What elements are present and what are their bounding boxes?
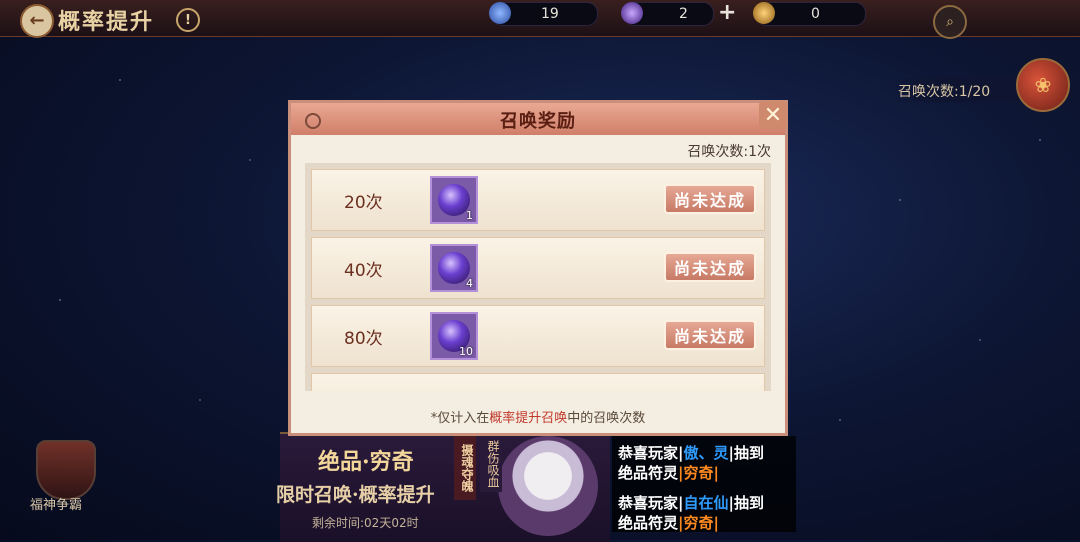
reward-item[interactable]: 4 bbox=[430, 244, 478, 292]
crystal-count: 19 bbox=[541, 6, 559, 22]
player-name: 傲、灵 bbox=[683, 444, 729, 462]
summon-reward-dialog: 召唤奖励 ✕ 召唤次数:1次 20次 1 尚未达成 40次 4 尚未达成 80次… bbox=[288, 100, 788, 436]
footnote-text: *仅计入在 bbox=[430, 411, 490, 426]
search-icon[interactable]: ⌕ bbox=[933, 5, 967, 39]
top-bar: ← 概率提升 ! 19 2 + 0 ⌕ bbox=[0, 0, 1080, 39]
page-title: 概率提升 bbox=[58, 9, 155, 35]
orb-count: 2 bbox=[679, 6, 688, 22]
shield-emblem-icon[interactable] bbox=[36, 440, 96, 500]
player-name: 自在仙 bbox=[683, 494, 729, 512]
banner-title: 绝品·穷奇 bbox=[318, 449, 414, 475]
claim-status-button[interactable]: 尚未达成 bbox=[664, 252, 756, 282]
skill-tag: 群伤吸血 bbox=[480, 436, 502, 492]
item-quantity: 4 bbox=[466, 277, 473, 290]
dialog-header: 召唤奖励 ✕ bbox=[291, 101, 787, 135]
broadcast-line: 绝品符灵|穷奇| bbox=[618, 512, 719, 533]
purple-orb-icon bbox=[621, 2, 643, 24]
crystal-icon bbox=[489, 2, 511, 24]
item-name: |穷奇| bbox=[678, 464, 719, 482]
broadcast-prefix: 恭喜玩家 bbox=[618, 494, 679, 512]
reward-item[interactable]: 10 bbox=[430, 312, 478, 360]
character-portrait bbox=[498, 436, 598, 536]
reward-row: 20次 1 尚未达成 bbox=[311, 169, 765, 231]
footnote-highlight: 概率提升召唤 bbox=[489, 411, 568, 426]
skill-tag: 摄魂夺魄 bbox=[454, 436, 476, 500]
gold-coin-icon bbox=[753, 2, 775, 24]
back-arrow-icon: ← bbox=[29, 10, 45, 31]
reward-row: 80次 10 尚未达成 bbox=[311, 305, 765, 367]
reward-bag-icon[interactable]: ❀ bbox=[1016, 58, 1070, 112]
claim-status-button[interactable]: 尚未达成 bbox=[664, 320, 756, 350]
reward-threshold: 20次 bbox=[344, 193, 383, 213]
close-icon[interactable]: ✕ bbox=[759, 101, 787, 129]
item-quantity: 1 bbox=[466, 209, 473, 222]
currency-orb: 2 bbox=[621, 2, 714, 26]
broadcast-line: 恭喜玩家|自在仙|抽到 bbox=[618, 492, 764, 513]
item-name: |穷奇| bbox=[678, 514, 719, 532]
currency-crystal: 19 bbox=[489, 2, 598, 26]
dialog-title: 召唤奖励 bbox=[500, 111, 576, 132]
add-orb-button[interactable]: + bbox=[718, 2, 736, 24]
item-quantity: 10 bbox=[459, 345, 473, 358]
broadcast-line: 绝品符灵|穷奇| bbox=[618, 462, 719, 483]
reward-row: 40次 4 尚未达成 bbox=[311, 237, 765, 299]
reward-list[interactable]: 20次 1 尚未达成 40次 4 尚未达成 80次 10 尚未达成 bbox=[305, 163, 771, 391]
broadcast-verb: 抽到 bbox=[734, 494, 765, 512]
dialog-footnote: *仅计入在概率提升召唤中的召唤次数 bbox=[291, 407, 785, 426]
summon-count-label: 召唤次数:1/20 bbox=[898, 84, 991, 100]
broadcast-panel: 恭喜玩家|傲、灵|抽到 绝品符灵|穷奇| 恭喜玩家|自在仙|抽到 绝品符灵|穷奇… bbox=[612, 436, 796, 532]
reward-item[interactable]: 1 bbox=[430, 176, 478, 224]
info-button[interactable]: ! bbox=[176, 8, 200, 32]
reward-threshold: 80次 bbox=[344, 329, 383, 349]
banner-timer: 剩余时间:02天02时 bbox=[312, 516, 419, 530]
back-button[interactable]: ← bbox=[20, 4, 54, 38]
reward-row-partial bbox=[311, 373, 765, 391]
currency-coin: 0 bbox=[753, 2, 866, 26]
broadcast-prefix: 绝品符灵 bbox=[618, 464, 679, 482]
claim-status-button[interactable]: 尚未达成 bbox=[664, 184, 756, 214]
banner-subtitle: 限时召唤·概率提升 bbox=[276, 484, 435, 506]
broadcast-verb: 抽到 bbox=[734, 444, 765, 462]
reward-threshold: 40次 bbox=[344, 261, 383, 281]
footnote-text: 中的召唤次数 bbox=[567, 411, 646, 426]
emblem-label: 福神争霸 bbox=[30, 498, 83, 513]
dialog-summon-count: 召唤次数:1次 bbox=[687, 144, 771, 160]
broadcast-line: 恭喜玩家|傲、灵|抽到 bbox=[618, 442, 764, 463]
broadcast-prefix: 恭喜玩家 bbox=[618, 444, 679, 462]
broadcast-prefix: 绝品符灵 bbox=[618, 514, 679, 532]
coin-count: 0 bbox=[811, 6, 820, 22]
